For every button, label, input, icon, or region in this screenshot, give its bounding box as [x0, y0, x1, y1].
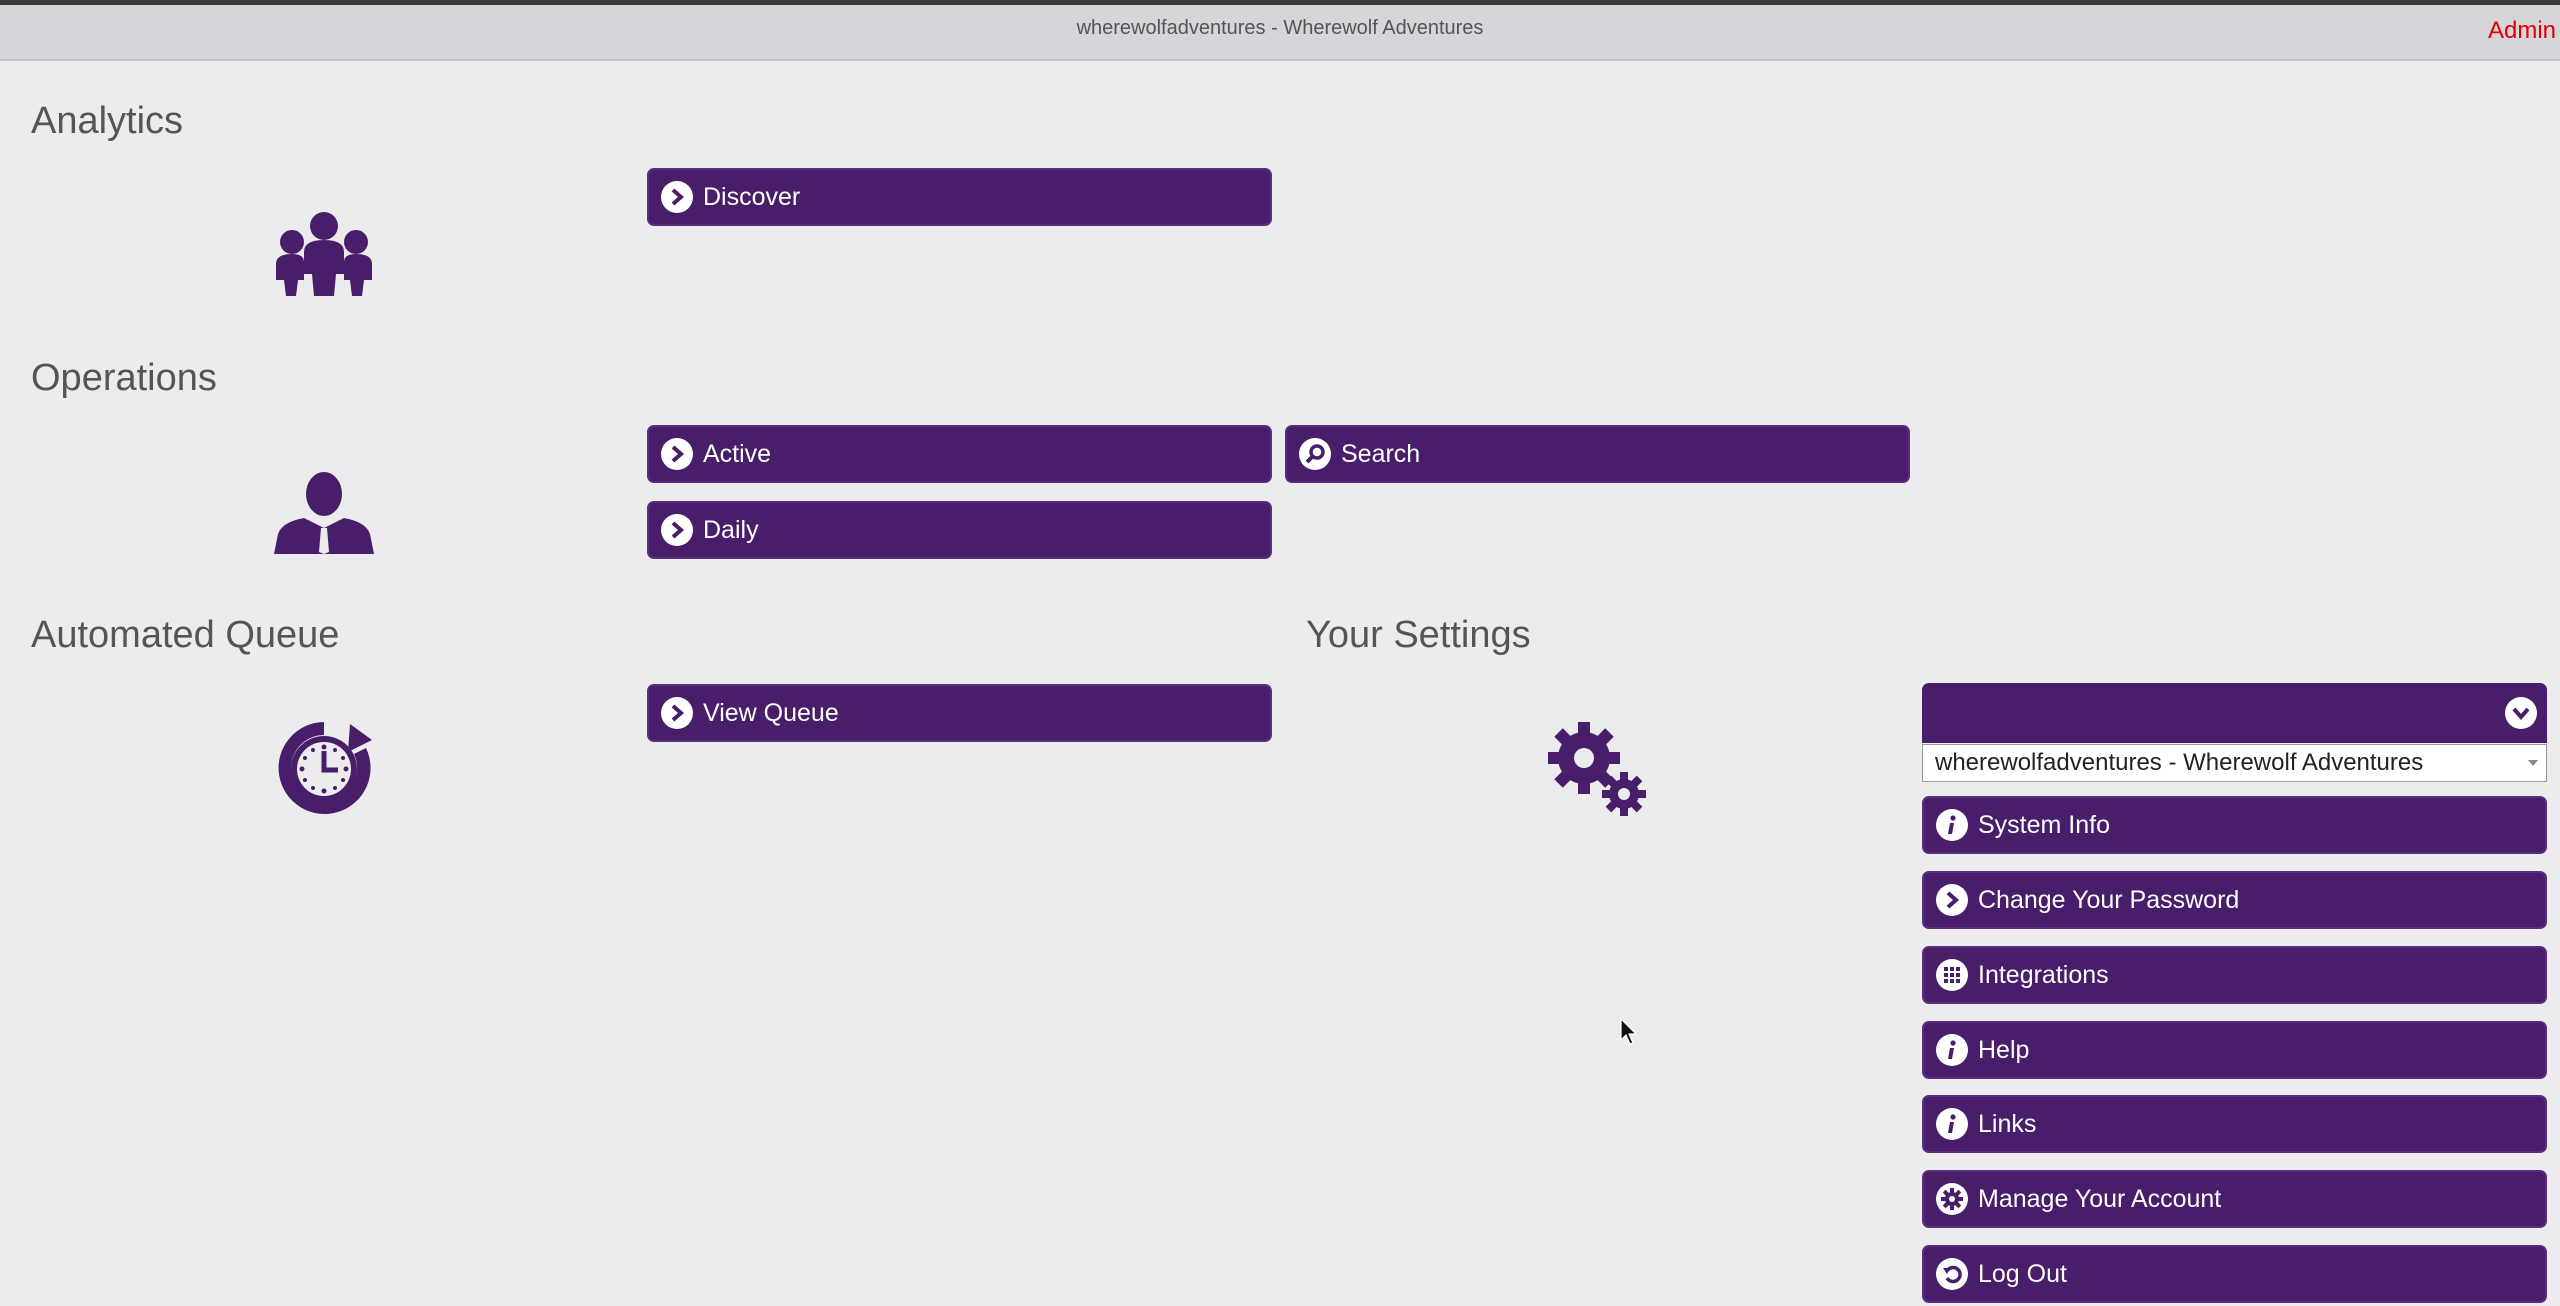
window-title: wherewolfadventures - Wherewolf Adventur…: [1076, 17, 1484, 39]
logout-icon: [1936, 1258, 1968, 1290]
change-password-button-label: Change Your Password: [1978, 885, 2240, 914]
daily-button[interactable]: Daily: [647, 501, 1272, 559]
title-bar: wherewolfadventures - Wherewolf Adventur…: [0, 5, 2560, 61]
gear-icon: [1936, 1183, 1968, 1215]
system-info-button[interactable]: System Info: [1922, 796, 2547, 854]
log-out-button-label: Log Out: [1978, 1259, 2067, 1288]
search-icon: [1299, 438, 1331, 470]
queue-heading: Automated Queue: [31, 614, 340, 656]
clock-icon: [274, 718, 374, 825]
select-arrow-icon: [2528, 760, 2538, 766]
integrations-button-label: Integrations: [1978, 960, 2109, 989]
active-button[interactable]: Active: [647, 425, 1272, 483]
admin-link[interactable]: Admin: [2488, 17, 2556, 45]
help-button[interactable]: Help: [1922, 1021, 2547, 1079]
links-button[interactable]: Links: [1922, 1095, 2547, 1153]
info-icon: [1936, 1108, 1968, 1140]
account-select-value: wherewolfadventures - Wherewolf Adventur…: [1935, 749, 2424, 776]
view-queue-button-label: View Queue: [703, 698, 839, 727]
chevron-right-icon: [661, 514, 693, 546]
settings-heading: Your Settings: [1306, 614, 1531, 656]
info-icon: [1936, 1034, 1968, 1066]
active-button-label: Active: [703, 439, 772, 468]
manage-account-button-label: Manage Your Account: [1978, 1184, 2222, 1213]
log-out-button[interactable]: Log Out: [1922, 1245, 2547, 1303]
chevron-right-icon: [1936, 884, 1968, 916]
chevron-right-icon: [661, 181, 693, 213]
chevron-down-icon: [2505, 697, 2537, 729]
analytics-heading: Analytics: [31, 100, 184, 142]
account-select[interactable]: wherewolfadventures - Wherewolf Adventur…: [1922, 744, 2547, 782]
daily-button-label: Daily: [703, 515, 759, 544]
operations-heading: Operations: [31, 357, 217, 399]
chevron-right-icon: [661, 438, 693, 470]
integrations-button[interactable]: Integrations: [1922, 946, 2547, 1004]
search-button-label: Search: [1341, 439, 1421, 468]
discover-button[interactable]: Discover: [647, 168, 1272, 226]
search-button[interactable]: Search: [1285, 425, 1910, 483]
account-dropdown-toggle[interactable]: [1922, 683, 2547, 743]
mouse-pointer-icon: [1620, 1017, 1638, 1051]
grid-icon: [1936, 959, 1968, 991]
view-queue-button[interactable]: View Queue: [647, 684, 1272, 742]
person-icon: [274, 472, 374, 559]
chevron-right-icon: [661, 697, 693, 729]
system-info-button-label: System Info: [1978, 810, 2110, 839]
manage-account-button[interactable]: Manage Your Account: [1922, 1170, 2547, 1228]
info-icon: [1936, 809, 1968, 841]
gears-icon: [1548, 722, 1648, 825]
links-button-label: Links: [1978, 1109, 2037, 1138]
discover-button-label: Discover: [703, 182, 801, 211]
change-password-button[interactable]: Change Your Password: [1922, 871, 2547, 929]
group-icon: [274, 212, 374, 301]
help-button-label: Help: [1978, 1035, 2030, 1064]
